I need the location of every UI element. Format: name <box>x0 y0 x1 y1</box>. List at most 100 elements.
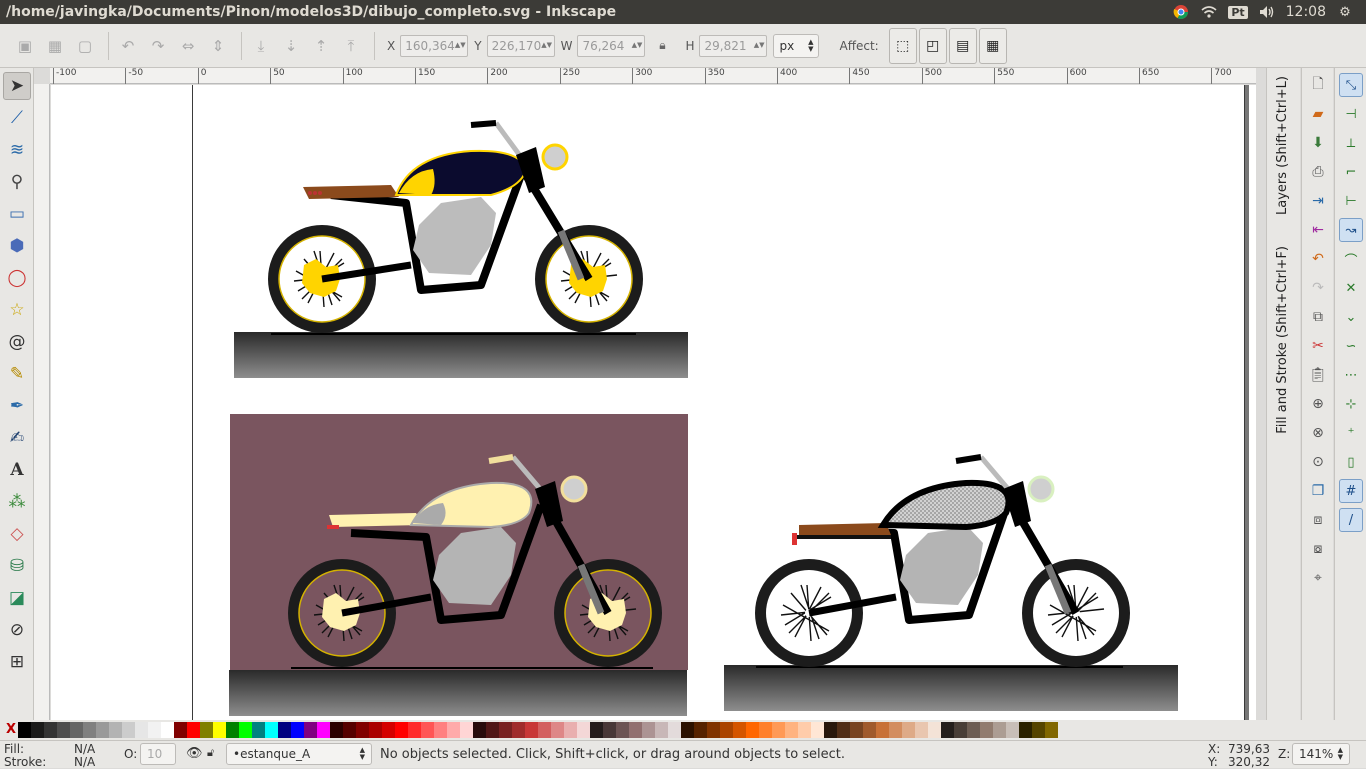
spray-tool-icon[interactable]: ⁂ <box>3 488 31 516</box>
color-swatch[interactable] <box>811 722 824 738</box>
zoom-stepper[interactable]: ▲ ▼ <box>1338 747 1343 761</box>
color-swatch[interactable] <box>304 722 317 738</box>
calligraphy-tool-icon[interactable]: ✍ <box>3 424 31 452</box>
export-icon[interactable]: ⇤ <box>1306 218 1330 242</box>
color-swatch[interactable] <box>980 722 993 738</box>
opacity-field[interactable]: 10 <box>140 743 176 765</box>
color-swatch[interactable] <box>473 722 486 738</box>
color-swatch[interactable] <box>31 722 44 738</box>
color-swatch[interactable] <box>395 722 408 738</box>
new-document-icon[interactable]: 🗋︎ <box>1306 73 1330 97</box>
flip-vertical-icon[interactable]: ⇕ <box>205 33 231 59</box>
clock[interactable]: 12:08 <box>1286 4 1326 20</box>
motorcycle-hatched-tank[interactable] <box>724 454 1178 711</box>
pencil-tool-icon[interactable]: ✎ <box>3 360 31 388</box>
color-swatch[interactable] <box>902 722 915 738</box>
rectangle-tool-icon[interactable]: ▭ <box>3 200 31 228</box>
undo-icon[interactable]: ↶ <box>1306 247 1330 271</box>
clone-icon[interactable]: ⧈ <box>1306 508 1330 532</box>
lower-to-bottom-icon[interactable]: ⤓ <box>248 33 274 59</box>
gear-icon[interactable]: ⚙ <box>1336 4 1354 20</box>
redo-icon[interactable]: ↷ <box>1306 276 1330 300</box>
paste-icon[interactable]: 📋︎ <box>1306 363 1330 387</box>
color-swatch[interactable] <box>148 722 161 738</box>
select-all-layers-icon[interactable]: ▦ <box>42 33 68 59</box>
color-swatch[interactable] <box>122 722 135 738</box>
color-swatch[interactable] <box>265 722 278 738</box>
eye-icon[interactable]: 👁︎ <box>186 746 203 761</box>
snap-midpoints-icon[interactable]: ⋯ <box>1339 363 1363 387</box>
vertical-ruler[interactable] <box>34 84 50 720</box>
affect-gradients-button[interactable]: ▤ <box>948 27 977 64</box>
color-swatch[interactable] <box>746 722 759 738</box>
no-paint-swatch[interactable]: X <box>4 723 18 737</box>
stroke-value[interactable]: N/A <box>74 755 95 769</box>
color-swatch[interactable] <box>525 722 538 738</box>
snap-grids-icon[interactable]: # <box>1339 479 1363 503</box>
color-swatch[interactable] <box>18 722 31 738</box>
rotate-ccw-icon[interactable]: ↶ <box>115 33 141 59</box>
flip-horizontal-icon[interactable]: ⇔ <box>175 33 201 59</box>
y-field[interactable]: 226,170 ▲▼ <box>486 34 555 57</box>
color-swatch[interactable] <box>1045 722 1058 738</box>
fill-stroke-dock-tab[interactable]: Fill and Stroke (Shift+Ctrl+F) <box>1275 246 1290 434</box>
color-swatch[interactable] <box>967 722 980 738</box>
x-field[interactable]: 160,364 ▲▼ <box>400 34 469 57</box>
chrome-icon[interactable] <box>1172 4 1190 20</box>
zoom-field[interactable]: 141% ▲ ▼ <box>1292 743 1350 765</box>
color-swatch[interactable] <box>343 722 356 738</box>
color-swatch[interactable] <box>356 722 369 738</box>
color-swatch[interactable] <box>772 722 785 738</box>
cut-icon[interactable]: ✂ <box>1306 334 1330 358</box>
color-swatch[interactable] <box>278 722 291 738</box>
color-swatch[interactable] <box>642 722 655 738</box>
node-tool-icon[interactable]: ⟋ <box>3 104 31 132</box>
color-swatch[interactable] <box>317 722 330 738</box>
star-tool-icon[interactable]: ☆ <box>3 296 31 324</box>
w-field[interactable]: 76,264 ▲▼ <box>577 34 646 57</box>
fill-value[interactable]: N/A <box>74 742 95 756</box>
color-swatch[interactable] <box>460 722 473 738</box>
snap-bbox-midpoints-icon[interactable]: ⊢ <box>1339 189 1363 213</box>
color-swatch[interactable] <box>291 722 304 738</box>
color-swatch[interactable] <box>954 722 967 738</box>
duplicate-icon[interactable]: ❐ <box>1306 479 1330 503</box>
color-swatch[interactable] <box>486 722 499 738</box>
color-swatch[interactable] <box>759 722 772 738</box>
color-swatch[interactable] <box>733 722 746 738</box>
affect-rounded-corners-button[interactable]: ◰ <box>918 27 947 64</box>
raise-to-top-icon[interactable]: ⤒ <box>338 33 364 59</box>
color-swatch[interactable] <box>551 722 564 738</box>
color-swatch[interactable] <box>655 722 668 738</box>
color-swatch[interactable] <box>226 722 239 738</box>
box3d-tool-icon[interactable]: ⬢ <box>3 232 31 260</box>
color-swatch[interactable] <box>239 722 252 738</box>
snap-enable-icon[interactable]: ⤡ <box>1339 73 1363 97</box>
color-swatch[interactable] <box>434 722 447 738</box>
eraser-tool-icon[interactable]: ◇ <box>3 520 31 548</box>
color-swatch[interactable] <box>863 722 876 738</box>
color-swatch[interactable] <box>109 722 122 738</box>
keyboard-layout-indicator[interactable]: Pt <box>1228 5 1248 19</box>
gradient-tool-icon[interactable]: ◪ <box>3 584 31 612</box>
layer-lock-icon[interactable]: 🔓︎ <box>207 746 214 760</box>
color-swatch[interactable] <box>798 722 811 738</box>
open-document-icon[interactable]: ▰ <box>1306 102 1330 126</box>
zoom-selection-icon[interactable]: ⊕ <box>1306 392 1330 416</box>
x-stepper[interactable]: ▲▼ <box>455 42 466 49</box>
select-all-icon[interactable]: ▣ <box>12 33 38 59</box>
text-tool-icon[interactable]: A <box>3 456 31 484</box>
snap-cusp-nodes-icon[interactable]: ⌄ <box>1339 305 1363 329</box>
deselect-icon[interactable]: ▢ <box>72 33 98 59</box>
color-swatch[interactable] <box>83 722 96 738</box>
w-stepper[interactable]: ▲▼ <box>632 42 643 49</box>
color-swatch[interactable] <box>369 722 382 738</box>
color-swatch[interactable] <box>876 722 889 738</box>
color-swatch[interactable] <box>694 722 707 738</box>
motorcycle-cream-tank[interactable] <box>229 414 688 716</box>
color-swatch[interactable] <box>382 722 395 738</box>
color-swatch[interactable] <box>889 722 902 738</box>
color-swatch[interactable] <box>499 722 512 738</box>
color-swatch[interactable] <box>200 722 213 738</box>
layers-dock-tab[interactable]: Layers (Shift+Ctrl+L) <box>1275 76 1290 215</box>
